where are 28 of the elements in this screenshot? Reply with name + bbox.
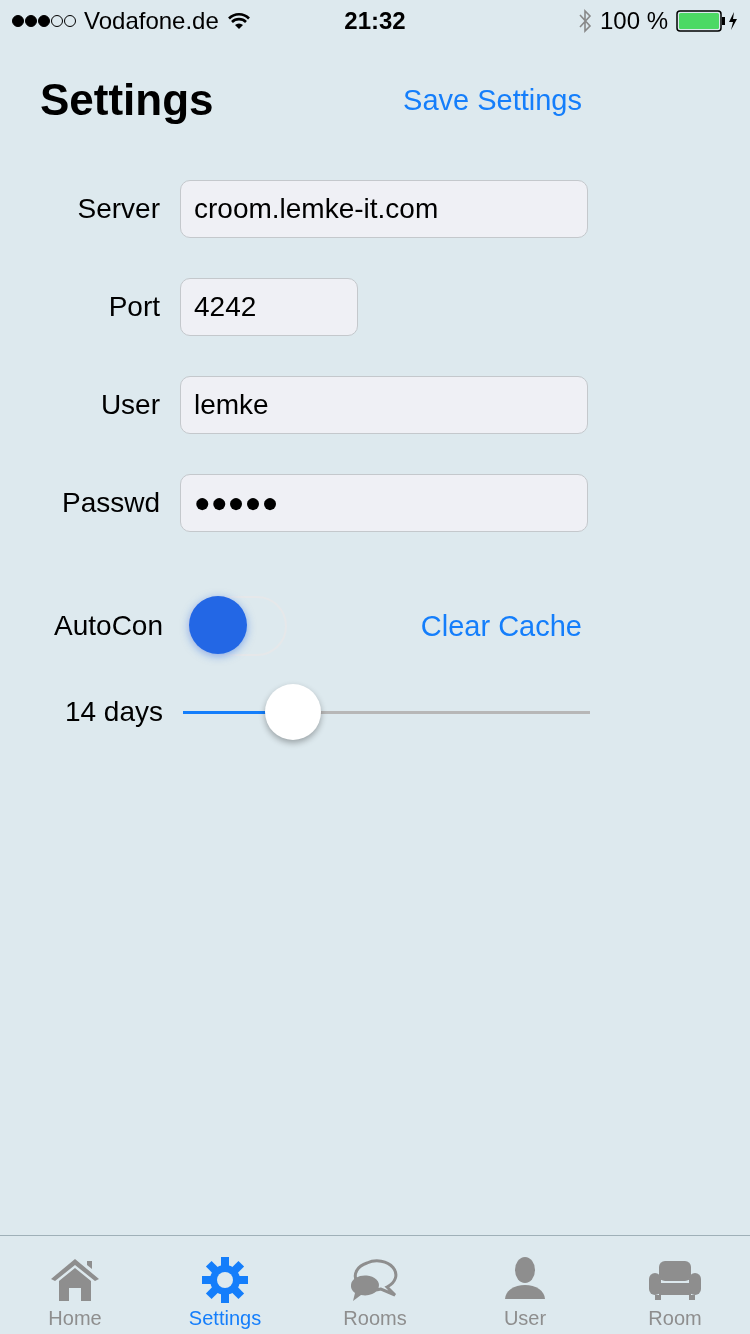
status-time: 21:32: [344, 7, 406, 35]
input-field[interactable]: croom.lemke-it.com: [180, 180, 588, 238]
slider-label: 14 days: [63, 696, 163, 728]
signal-icon: [12, 13, 76, 29]
bluetooth-icon: [577, 8, 592, 34]
gear-icon: [200, 1255, 250, 1305]
page-title: Settings: [40, 75, 214, 125]
field-label: Port: [107, 291, 160, 323]
field-label: Passwd: [60, 487, 160, 519]
tab-item[interactable]: User: [450, 1236, 600, 1334]
tab-item[interactable]: Room: [600, 1236, 750, 1334]
clear-cache-button[interactable]: Clear Cache: [420, 609, 582, 643]
slider-thumb[interactable]: [264, 683, 321, 740]
carrier-name: Vodafone.de: [84, 7, 219, 35]
battery-percent: 100 %: [599, 7, 668, 35]
input-field[interactable]: ●●●●●: [180, 474, 588, 532]
input-field[interactable]: lemke: [180, 376, 588, 434]
tab-item[interactable]: Rooms: [300, 1236, 450, 1334]
field-label: Server: [76, 193, 160, 225]
toggle-switch[interactable]: [187, 596, 287, 656]
tab-item[interactable]: Settings: [150, 1236, 300, 1334]
battery-icon: [676, 10, 738, 32]
save-settings-button[interactable]: Save Settings: [403, 83, 582, 117]
wifi-icon: [226, 12, 251, 30]
autocon-label: AutoCon: [53, 610, 163, 642]
input-field[interactable]: 4242: [180, 278, 358, 336]
field-label: User: [99, 389, 160, 421]
tab-item[interactable]: Home: [0, 1236, 150, 1334]
